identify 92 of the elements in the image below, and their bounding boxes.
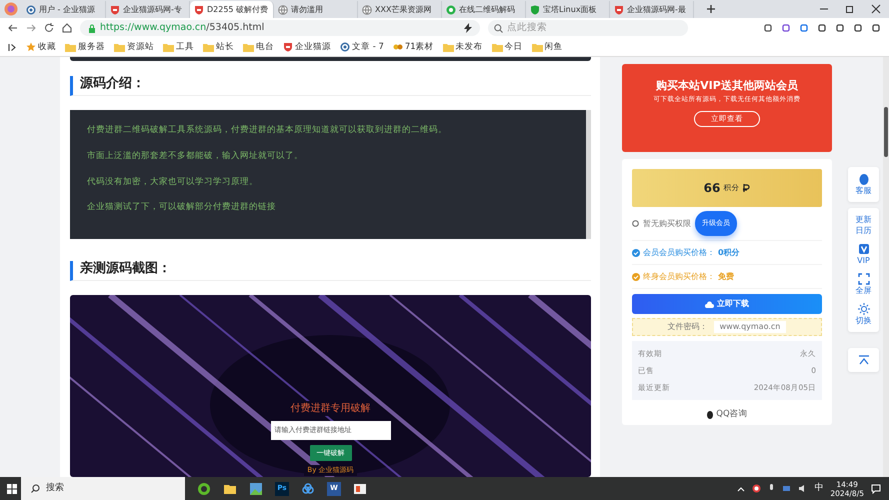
bookmark-item[interactable]: 闲鱼 <box>532 40 563 54</box>
bolt-icon[interactable] <box>464 23 472 33</box>
password-value: www.qymao.cn <box>714 321 786 333</box>
home-icon[interactable] <box>62 23 72 33</box>
record-icon[interactable] <box>752 484 762 493</box>
bookmark-item[interactable]: 文章 - 7 <box>340 40 384 54</box>
code-paragraph: 市面上泛滥的那套差不多都能破，输入网址就可以了。 <box>87 150 304 163</box>
shield-icon <box>110 4 120 14</box>
points-value: 66 <box>704 180 720 197</box>
shield-icon <box>614 4 624 14</box>
circle-icon <box>632 220 639 227</box>
section-heading: 源码介绍： <box>70 76 591 96</box>
bookmark-item[interactable]: 收藏 <box>26 40 56 54</box>
sidebar-toggle-icon[interactable] <box>8 42 17 52</box>
w-logo-icon <box>340 42 350 52</box>
price-value: 免费 <box>718 270 734 282</box>
bookmark-item[interactable]: 未发布 <box>442 40 483 54</box>
bookmark-item[interactable]: 工具 <box>163 40 194 54</box>
fullscreen-icon <box>858 273 870 285</box>
check-circle-icon <box>632 248 640 256</box>
folder-icon <box>532 42 543 52</box>
check-circle-icon <box>632 272 640 280</box>
toolbar-button[interactable]: 切换 <box>854 303 872 326</box>
price-value: 0积分 <box>718 246 740 258</box>
folder-icon <box>114 42 125 52</box>
folder-icon <box>442 42 454 52</box>
toolbar-button[interactable]: VIP <box>854 243 872 266</box>
browser-logo-icon[interactable] <box>4 2 18 16</box>
new-tab-icon[interactable] <box>706 4 716 14</box>
section-heading: 亲测源码截图： <box>70 261 591 282</box>
lock-icon <box>88 24 96 32</box>
image-icon[interactable] <box>249 482 263 496</box>
password-label: 文件密码： <box>668 321 708 333</box>
back-to-top-icon <box>858 354 870 366</box>
notification-icon[interactable] <box>871 484 881 494</box>
price-label: 终身会员购买价格： <box>643 270 715 282</box>
toolbar-button[interactable]: 更新日历 <box>854 214 872 236</box>
input-method[interactable]: 中 <box>814 482 824 496</box>
folder-icon <box>243 42 254 52</box>
close-icon[interactable] <box>871 4 881 14</box>
cloud-icon[interactable] <box>301 482 315 496</box>
windows-icon[interactable] <box>7 484 17 494</box>
code-paragraph: 企业猫测试了下，可以破解部分付费进群的链接 <box>87 201 277 214</box>
address-field[interactable]: https://www.qymao.cn/53405.html <box>80 20 480 36</box>
shield-icon <box>530 4 540 14</box>
vip-icon <box>858 243 870 255</box>
folder-icon <box>492 42 503 52</box>
sun-icon <box>858 303 870 315</box>
toolbar-button[interactable]: 全屏 <box>854 273 872 296</box>
scroll-thumb[interactable] <box>884 107 888 157</box>
code-paragraph: 代码没有加密，大家也可以学习学习原理。 <box>87 176 259 188</box>
browser-icon[interactable] <box>197 482 211 496</box>
taskbar-search[interactable]: 搜索 <box>21 477 185 500</box>
site-logo-icon <box>392 42 403 52</box>
reload-icon[interactable] <box>44 23 54 33</box>
toolbar-button[interactable]: 客服 <box>854 173 872 196</box>
restore-icon[interactable] <box>845 4 855 14</box>
qq-link[interactable]: QQ咨询 <box>632 400 822 421</box>
folder-icon <box>163 42 174 52</box>
code-paragraph: 付费进群二维码破解工具系统源码，付费进群的基本原理知道就可以获取到进群的二维码。 <box>87 124 448 137</box>
download-button[interactable]: 立即下载 <box>632 294 822 314</box>
bookmark-item[interactable]: 服务器 <box>65 40 105 54</box>
microphone-icon[interactable] <box>768 484 776 493</box>
bookmark-item[interactable]: 站长 <box>203 40 234 54</box>
folder-icon <box>65 42 76 52</box>
app-title: 付费进群专用破解 <box>288 401 374 416</box>
price-label: 会员会员购买价格： <box>643 246 715 258</box>
forward-icon[interactable] <box>26 23 36 33</box>
star-icon <box>26 42 36 52</box>
scrollbar[interactable] <box>883 57 889 477</box>
cloud-icon <box>705 300 714 308</box>
slides-icon[interactable] <box>353 482 367 496</box>
access-text: 暂无购买权限 <box>643 218 691 230</box>
coin-icon <box>742 184 750 192</box>
browser-tab[interactable]: D2255 破解付费 <box>190 1 274 18</box>
shield-icon <box>283 42 293 52</box>
bookmark-item[interactable]: 今日 <box>492 40 523 54</box>
promo-title: 购买本站VIP送其他两站会员 <box>656 78 798 94</box>
bookmark-item[interactable]: 电台 <box>243 40 274 54</box>
network-icon[interactable] <box>782 484 792 493</box>
bookmark-item[interactable]: 71素材 <box>392 40 434 54</box>
folder-icon <box>203 42 214 52</box>
globe-icon <box>362 4 372 14</box>
bookmark-item[interactable]: 资源站 <box>114 40 154 54</box>
chevron-up-icon[interactable] <box>737 484 746 492</box>
back-icon[interactable] <box>8 23 18 33</box>
circle-logo-icon <box>446 4 456 14</box>
globe-icon <box>278 4 288 14</box>
w-logo-icon <box>26 4 36 14</box>
url-text: https://www.qymao.cn/53405.html <box>100 20 264 35</box>
bookmark-item[interactable]: 企业猫源 <box>283 40 331 54</box>
shield-icon <box>194 4 204 14</box>
